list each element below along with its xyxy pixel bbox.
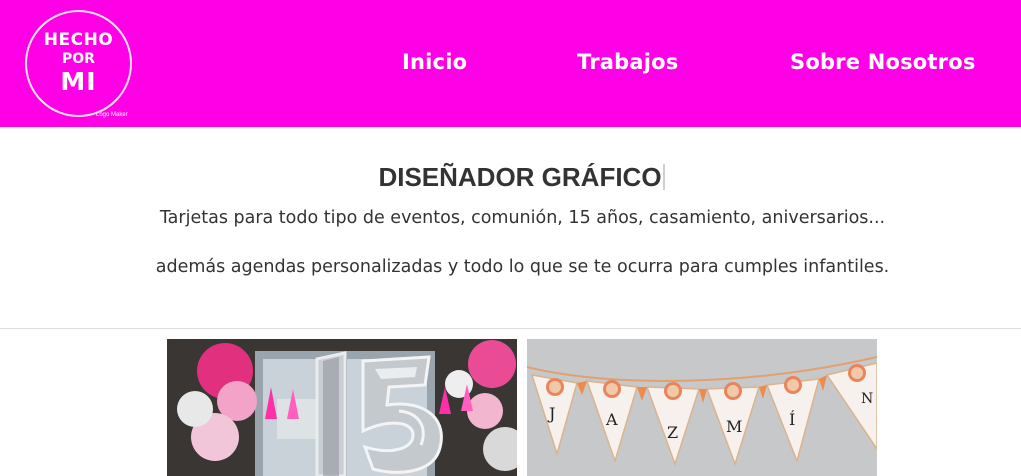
- logo-line-1: HECHO: [43, 30, 114, 51]
- balloon-15-photo: 15: [167, 339, 517, 476]
- svg-text:J: J: [547, 404, 555, 423]
- nav-inicio[interactable]: Inicio: [402, 50, 467, 74]
- nav-trabajos[interactable]: Trabajos: [577, 50, 678, 74]
- page-title-text: DISEÑADOR GRÁFICO: [378, 162, 662, 192]
- bunting-banner-photo: J A Z M Í N: [527, 339, 877, 476]
- gallery-image-balloons[interactable]: 15: [167, 339, 517, 476]
- navbar: HECHO POR MI Logo Maker Inicio Trabajos …: [0, 0, 1021, 127]
- hero-text-1: Tarjetas para todo tipo de eventos, comu…: [159, 208, 886, 228]
- typing-caret: [662, 164, 665, 190]
- logo-line-3: MI: [60, 66, 97, 96]
- page-title: DISEÑADOR GRÁFICO: [0, 162, 1021, 193]
- divider: [0, 328, 1021, 329]
- svg-text:M: M: [726, 417, 742, 436]
- svg-text:A: A: [605, 410, 618, 429]
- gallery-image-banner[interactable]: J A Z M Í N: [527, 339, 877, 476]
- logo[interactable]: HECHO POR MI: [25, 10, 132, 117]
- logo-credit: Logo Maker: [96, 112, 128, 118]
- nav-sobre-nosotros[interactable]: Sobre Nosotros: [790, 50, 976, 74]
- svg-text:N: N: [861, 391, 873, 407]
- svg-text:Í: Í: [789, 409, 795, 429]
- svg-text:Z: Z: [667, 423, 678, 442]
- hero-text-2: además agendas personalizadas y todo lo …: [155, 257, 890, 277]
- logo-line-2: POR: [62, 50, 95, 67]
